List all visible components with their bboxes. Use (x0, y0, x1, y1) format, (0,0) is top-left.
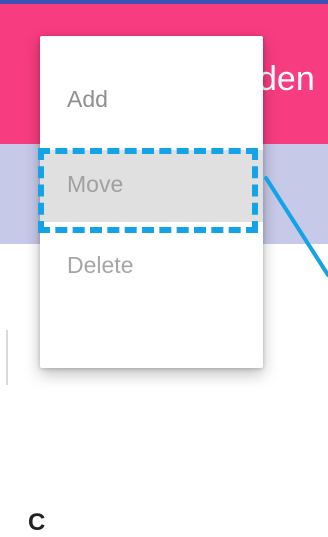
menu-item-add[interactable]: Add (40, 64, 263, 136)
highlight-box (38, 148, 258, 233)
header-title: den (258, 60, 315, 98)
menu-item-label: Delete (67, 252, 134, 278)
menu-item-label: Add (67, 86, 108, 112)
content-text: C (28, 509, 46, 536)
content-divider (6, 330, 8, 385)
menu-item-delete[interactable]: Delete (40, 232, 263, 304)
